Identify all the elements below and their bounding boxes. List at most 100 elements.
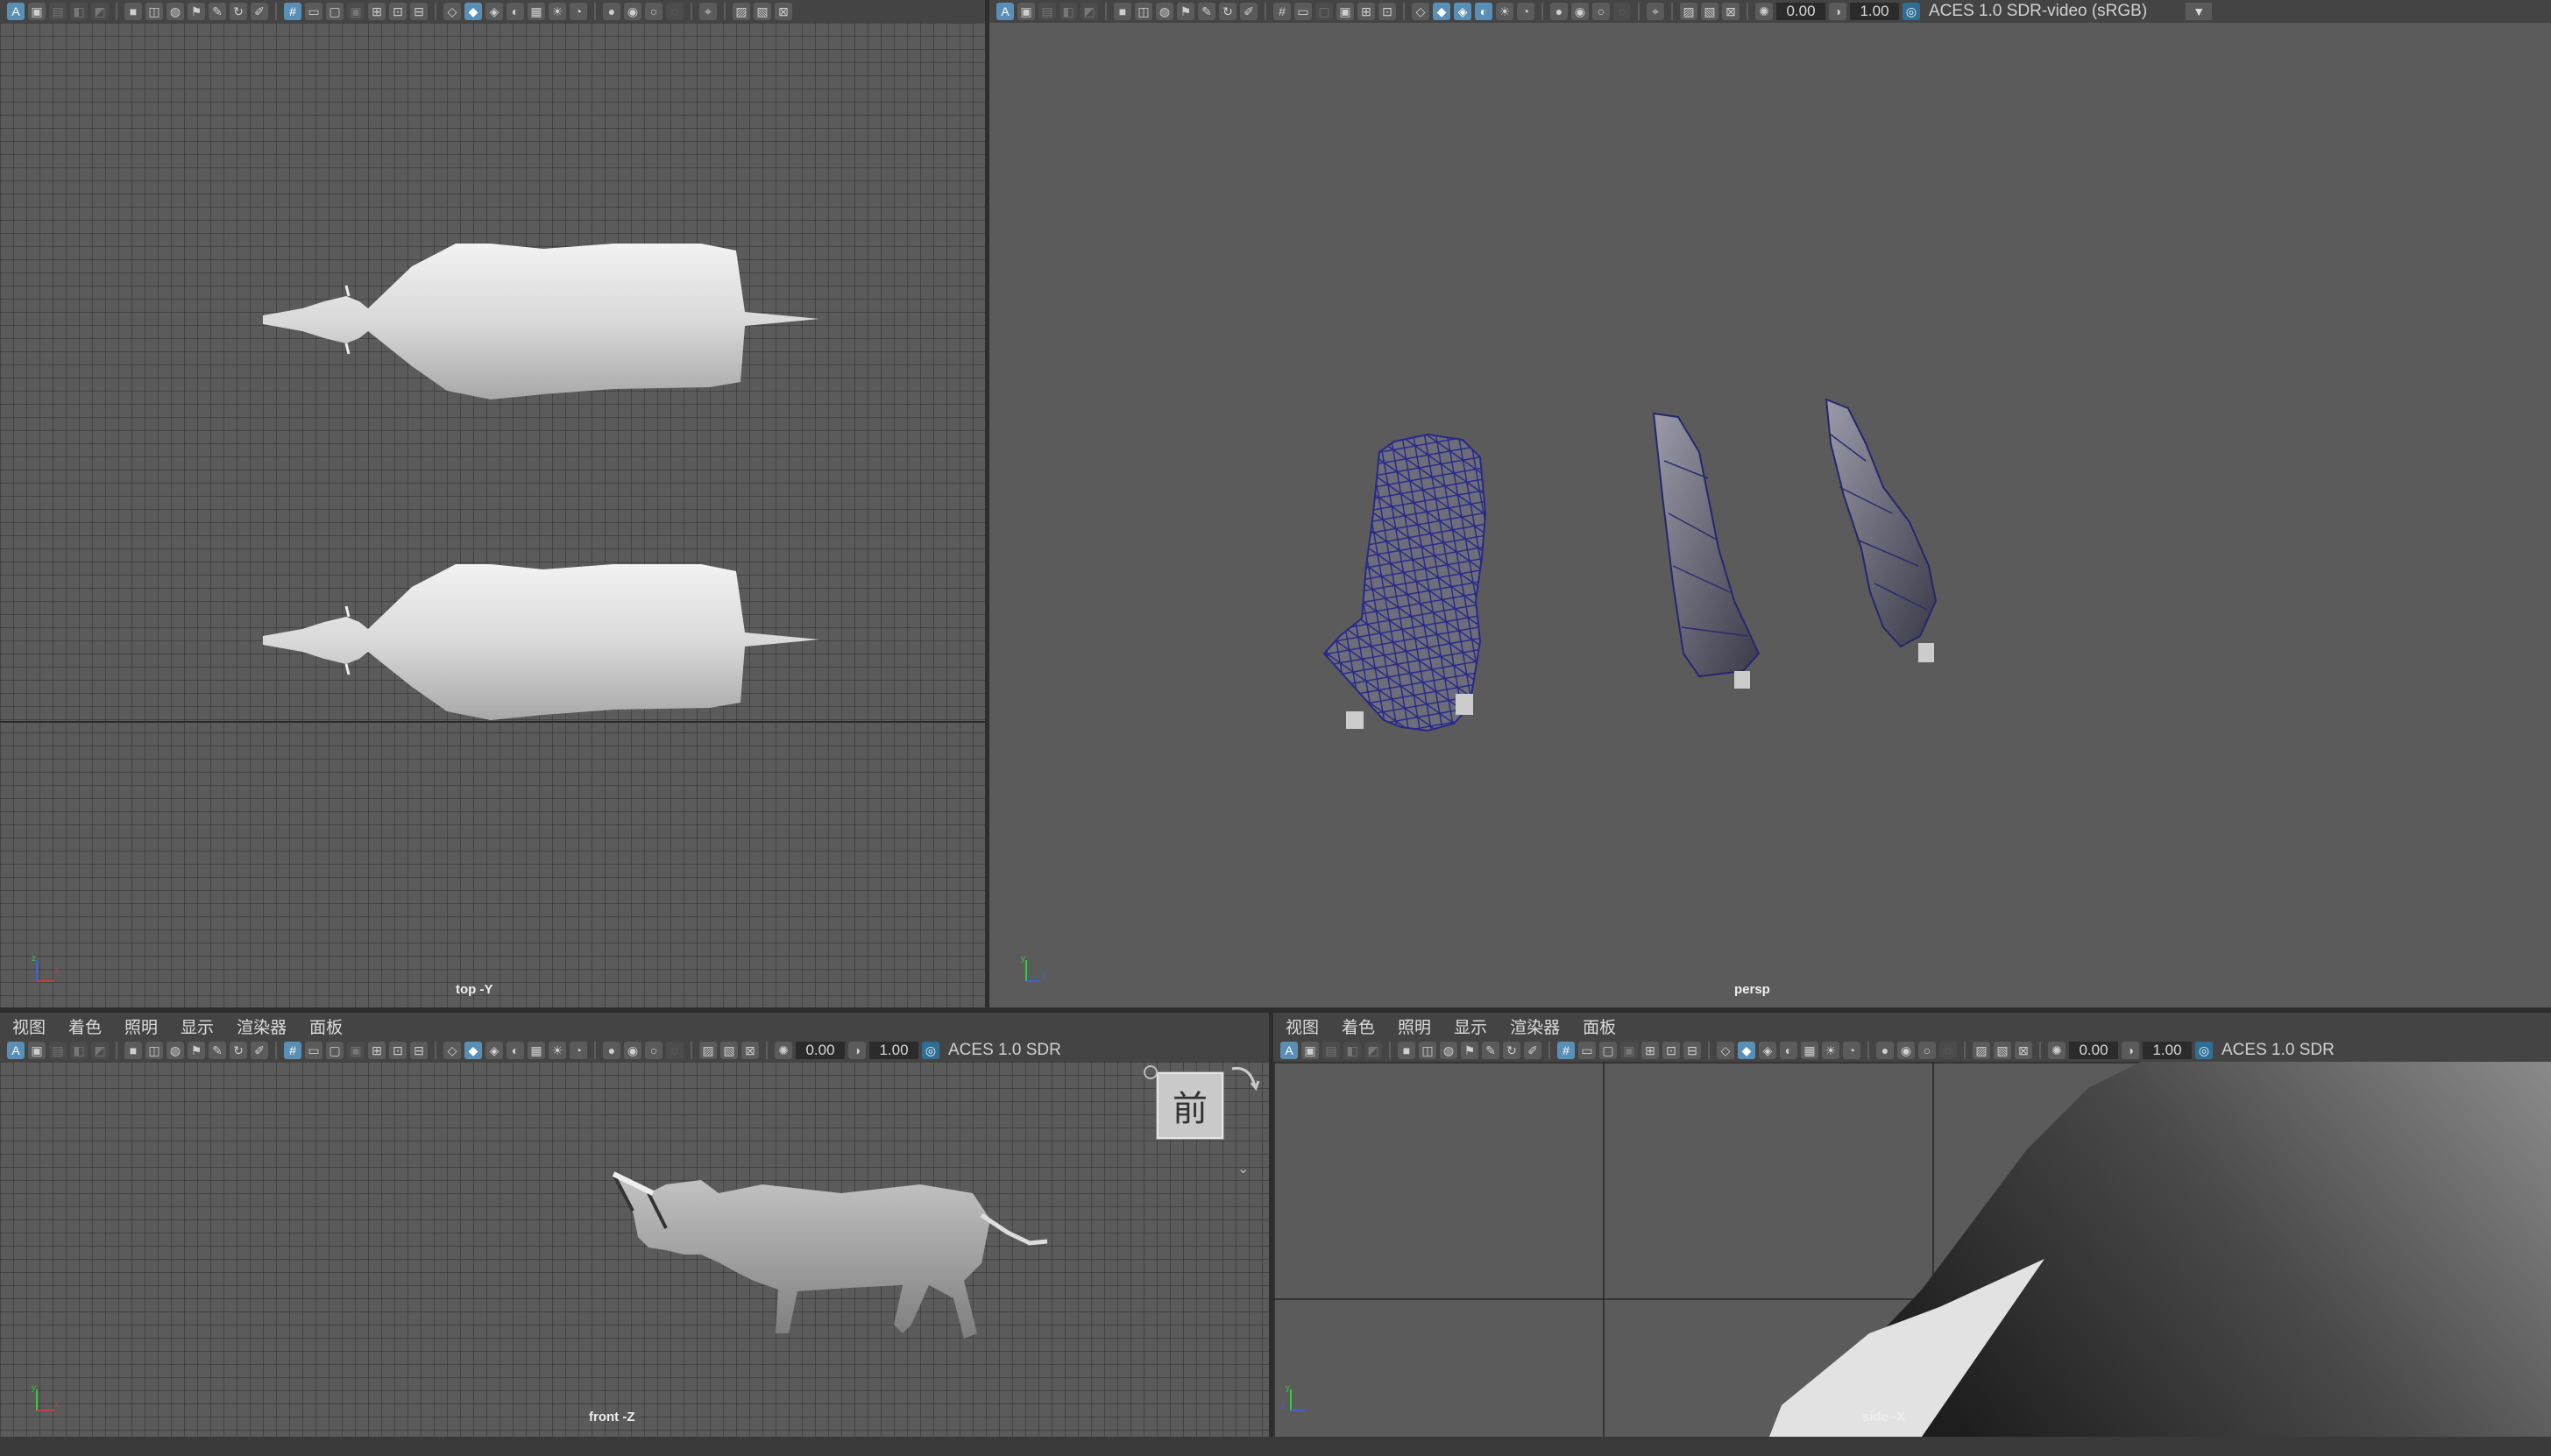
- bookmark-flag-icon[interactable]: ⚑: [1461, 1042, 1478, 1059]
- color-space-label[interactable]: ACES 1.0 SDR: [948, 1041, 1061, 1060]
- gamma-icon[interactable]: ◑: [1829, 3, 1846, 20]
- menu-panels[interactable]: 面板: [309, 1014, 343, 1038]
- resolution-gate-icon[interactable]: ▢: [326, 1042, 344, 1059]
- bookmark-flag-icon[interactable]: ⚑: [188, 1042, 205, 1059]
- menu-view[interactable]: 视图: [1286, 1014, 1319, 1038]
- depth-of-field-icon[interactable]: ◌: [1613, 3, 1631, 20]
- image-plane-icon[interactable]: ◧: [1343, 1042, 1361, 1059]
- chevron-down-icon[interactable]: ▼: [2186, 3, 2213, 20]
- gamma-field[interactable]: 1.00: [1850, 3, 1899, 20]
- wireframe-icon[interactable]: ◇: [1412, 3, 1429, 20]
- 2d-pan-icon[interactable]: ◩: [1081, 3, 1098, 20]
- safe-action-icon[interactable]: ⊡: [389, 1042, 407, 1059]
- exposure-icon[interactable]: ✺: [1755, 3, 1773, 20]
- shaded-cube-icon[interactable]: ◆: [464, 1042, 482, 1059]
- film-gate-frame-icon[interactable]: ▭: [305, 3, 322, 20]
- bookmark-icon[interactable]: ▤: [49, 1042, 67, 1059]
- grid-icon[interactable]: #: [1273, 3, 1291, 20]
- anti-alias-icon[interactable]: ○: [1592, 3, 1610, 20]
- gamma-field[interactable]: 1.00: [869, 1042, 918, 1059]
- color-space-label[interactable]: ACES 1.0 SDR: [2221, 1041, 2335, 1060]
- image-plane-icon[interactable]: ◧: [70, 3, 88, 20]
- camera-attributes-icon[interactable]: ▣: [28, 3, 46, 20]
- depth-of-field-icon[interactable]: ◌: [1939, 1042, 1957, 1059]
- wireframe-icon[interactable]: ◇: [443, 1042, 461, 1059]
- light-bulb-icon[interactable]: ☀: [1496, 3, 1513, 20]
- safe-title-icon[interactable]: ⊟: [1683, 1042, 1701, 1059]
- menu-view[interactable]: 视图: [12, 1014, 46, 1038]
- 2d-pan-icon[interactable]: ◩: [1364, 1042, 1382, 1059]
- film-gate-frame-icon[interactable]: ▭: [305, 1042, 322, 1059]
- grease-pencil-icon[interactable]: ✎: [1198, 3, 1215, 20]
- gate-mask-icon[interactable]: ▣: [347, 1042, 365, 1059]
- image-plane-icon[interactable]: ◧: [1059, 3, 1077, 20]
- lock-camera-icon[interactable]: ◫: [145, 3, 163, 20]
- lock-camera-icon[interactable]: ◫: [1135, 3, 1152, 20]
- bull-persp-model-wireframe[interactable]: [1322, 433, 1487, 732]
- view-cube-home-icon[interactable]: [1144, 1065, 1158, 1079]
- film-gate-icon[interactable]: ◍: [167, 3, 184, 20]
- anti-alias-icon[interactable]: ○: [645, 1042, 663, 1059]
- paint-icon[interactable]: ✐: [251, 3, 268, 20]
- light-bulb-icon[interactable]: ☀: [549, 3, 566, 20]
- motion-blur-icon[interactable]: ◉: [624, 3, 641, 20]
- shadows-icon[interactable]: ◔: [570, 1042, 587, 1059]
- anti-alias-icon[interactable]: ○: [1918, 1042, 1936, 1059]
- color-space-label[interactable]: ACES 1.0 SDR-video (sRGB): [1929, 2, 2147, 21]
- film-gate-icon[interactable]: ◍: [1440, 1042, 1457, 1059]
- textured-icon[interactable]: ◐: [507, 3, 524, 20]
- menu-show[interactable]: 显示: [181, 1014, 214, 1038]
- camera-attributes-icon[interactable]: ▣: [1017, 3, 1035, 20]
- xray-joints-icon[interactable]: ▧: [720, 1042, 738, 1059]
- 2d-pan-icon[interactable]: ◩: [91, 1042, 109, 1059]
- paint-icon[interactable]: ✐: [1240, 3, 1258, 20]
- menu-renderer[interactable]: 渲染器: [1510, 1014, 1560, 1038]
- bull-front-model[interactable]: [612, 1171, 1048, 1339]
- safe-title-icon[interactable]: ⊟: [410, 3, 428, 20]
- textured-icon[interactable]: ◐: [1780, 1042, 1797, 1059]
- front-viewport[interactable]: 前 ⌄ y x front -Z: [0, 1062, 1269, 1437]
- bull-top-model-1[interactable]: [263, 244, 819, 399]
- exposure-icon[interactable]: ✺: [775, 1042, 792, 1059]
- grease-pencil-icon[interactable]: ✎: [1482, 1042, 1499, 1059]
- color-management-icon[interactable]: ◎: [922, 1042, 939, 1059]
- resolution-gate-icon[interactable]: ▢: [1315, 3, 1333, 20]
- select-icon[interactable]: A: [996, 3, 1014, 20]
- xray-joints-icon[interactable]: ▧: [1994, 1042, 2011, 1059]
- shadows-icon[interactable]: ◔: [1517, 3, 1534, 20]
- paint-icon[interactable]: ✐: [1524, 1042, 1541, 1059]
- wireframe-on-shaded-icon[interactable]: ◈: [485, 3, 503, 20]
- safe-action-icon[interactable]: ⊡: [1662, 1042, 1680, 1059]
- wireframe-icon[interactable]: ◇: [443, 3, 461, 20]
- ambient-occlusion-icon[interactable]: ●: [603, 1042, 620, 1059]
- exposure-field[interactable]: 0.00: [1776, 3, 1825, 20]
- exposure-field[interactable]: 0.00: [2069, 1042, 2118, 1059]
- motion-blur-icon[interactable]: ◉: [624, 1042, 641, 1059]
- safe-action-icon[interactable]: ⊡: [389, 3, 407, 20]
- textured-icon[interactable]: ◐: [507, 1042, 524, 1059]
- gamma-field[interactable]: 1.00: [2143, 1042, 2192, 1059]
- checker-icon[interactable]: ▦: [528, 3, 545, 20]
- safe-action-icon[interactable]: ⊡: [1378, 3, 1396, 20]
- xray-icon[interactable]: ▨: [1680, 3, 1697, 20]
- xray-icon[interactable]: ▨: [733, 3, 750, 20]
- motion-trail-icon[interactable]: ↻: [230, 3, 247, 20]
- motion-blur-icon[interactable]: ◉: [1897, 1042, 1915, 1059]
- xray-active-icon[interactable]: ⊠: [1722, 3, 1740, 20]
- camera-attributes-icon[interactable]: ▣: [28, 1042, 46, 1059]
- camera-icon[interactable]: ■: [124, 3, 142, 20]
- field-chart-icon[interactable]: ⊞: [368, 3, 386, 20]
- textured-icon[interactable]: ◐: [1475, 3, 1492, 20]
- wireframe-on-shaded-icon[interactable]: ◈: [1759, 1042, 1776, 1059]
- shadows-icon[interactable]: ◔: [570, 3, 587, 20]
- camera-icon[interactable]: ■: [1398, 1042, 1415, 1059]
- exposure-field[interactable]: 0.00: [796, 1042, 845, 1059]
- xray-icon[interactable]: ▨: [699, 1042, 717, 1059]
- menu-shading[interactable]: 着色: [68, 1014, 102, 1038]
- xray-active-icon[interactable]: ⊠: [775, 3, 792, 20]
- xray-joints-icon[interactable]: ▧: [1701, 3, 1718, 20]
- depth-of-field-icon[interactable]: ◌: [666, 3, 684, 20]
- bull-side-model-closeup[interactable]: [1769, 1062, 2551, 1437]
- bookmark-flag-icon[interactable]: ⚑: [188, 3, 205, 20]
- shaded-cube-icon[interactable]: ◆: [1738, 1042, 1755, 1059]
